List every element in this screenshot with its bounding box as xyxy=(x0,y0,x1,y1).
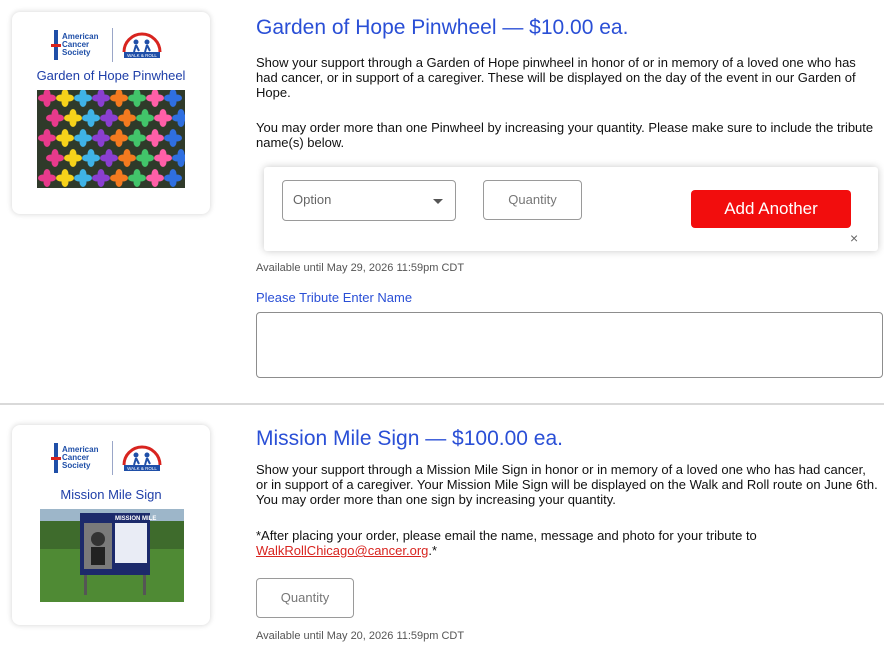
pinwheel-petal xyxy=(56,174,66,182)
pinwheel-petal xyxy=(56,94,66,102)
product-mission-mile: American Cancer Society WALK & ROLL Miss… xyxy=(0,405,884,657)
product-card-mission-mile: American Cancer Society WALK & ROLL Miss… xyxy=(12,425,210,625)
card-title: Garden of Hope Pinwheel xyxy=(36,68,186,83)
pinwheel-petal xyxy=(100,154,110,162)
pinwheel-petal xyxy=(38,174,48,182)
brand-logos: American Cancer Society WALK & ROLL xyxy=(12,439,210,479)
pinwheel-petal xyxy=(46,154,56,162)
walk-roll-logo: WALK & ROLL xyxy=(120,30,164,60)
pinwheel-petal xyxy=(128,174,138,182)
pinwheel-petal xyxy=(92,94,102,102)
acs-line: Society xyxy=(62,461,91,470)
pinwheel-petal xyxy=(64,114,74,122)
pinwheel-petal xyxy=(136,114,146,122)
option-select[interactable]: Option xyxy=(282,180,456,221)
acs-sword-icon xyxy=(51,443,61,473)
product-title: Mission Mile Sign — $100.00 ea. xyxy=(256,427,563,450)
pinwheel-petal xyxy=(164,134,174,142)
pinwheel-petal xyxy=(164,174,174,182)
product-pinwheel: American Cancer Society WALK & ROLL Gard… xyxy=(0,0,884,395)
pinwheel-petal xyxy=(82,154,92,162)
pinwheel-petal xyxy=(100,114,110,122)
card-title: Mission Mile Sign xyxy=(60,487,162,502)
pinwheel-petal xyxy=(154,154,164,162)
pinwheel-petal xyxy=(172,154,182,162)
acs-logo: American Cancer Society xyxy=(51,443,98,473)
pinwheel-petal xyxy=(56,134,66,142)
acs-logo: American Cancer Society xyxy=(51,30,98,60)
pinwheel-petal xyxy=(92,174,102,182)
instructions-suffix: .* xyxy=(428,543,438,558)
pinwheel-petal xyxy=(74,134,84,142)
pinwheel-petal xyxy=(110,174,120,182)
product-card-pinwheel: American Cancer Society WALK & ROLL Gard… xyxy=(12,12,210,214)
pinwheel-petal xyxy=(38,94,48,102)
acs-line: Society xyxy=(62,48,91,57)
pinwheel-petal xyxy=(136,154,146,162)
pinwheel-petal xyxy=(128,94,138,102)
option-panel: Option Quantity Add Another × xyxy=(264,167,878,251)
pinwheel-petal xyxy=(74,174,84,182)
pinwheel-garden-image xyxy=(37,90,185,188)
pinwheel-petal xyxy=(146,94,156,102)
pinwheel-petal xyxy=(164,94,174,102)
pinwheel-petal xyxy=(146,174,156,182)
product-instructions: *After placing your order, please email … xyxy=(256,528,881,558)
availability-text: Available until May 29, 2026 11:59pm CDT xyxy=(256,262,465,274)
availability-text: Available until May 20, 2026 11:59pm CDT xyxy=(256,630,465,642)
pinwheel-petal xyxy=(110,134,120,142)
pinwheel-petal xyxy=(74,94,84,102)
option-select-value: Option xyxy=(293,192,332,207)
pinwheel-petal xyxy=(46,114,56,122)
tribute-name-label: Please Tribute Enter Name xyxy=(256,290,413,305)
pinwheel-petal xyxy=(118,154,128,162)
pinwheel-petal xyxy=(38,134,48,142)
pinwheel-petal xyxy=(64,154,74,162)
product-instructions: You may order more than one Pinwheel by … xyxy=(256,120,874,150)
quantity-input[interactable]: Quantity xyxy=(256,578,354,618)
logo-divider xyxy=(112,441,113,475)
pinwheel-petal xyxy=(154,114,164,122)
pinwheel-petal xyxy=(172,114,182,122)
instructions-text: *After placing your order, please email … xyxy=(256,528,757,543)
close-icon[interactable]: × xyxy=(850,230,858,246)
pinwheel-petal xyxy=(110,94,120,102)
pinwheel-petal xyxy=(146,134,156,142)
email-link[interactable]: WalkRollChicago@cancer.org xyxy=(256,543,428,558)
pinwheel-petal xyxy=(118,114,128,122)
brand-logos: American Cancer Society WALK & ROLL xyxy=(12,26,210,66)
sign-heading: MISSION MILE xyxy=(115,516,156,522)
walk-logo-text: WALK & ROLL xyxy=(127,466,157,471)
quantity-input[interactable]: Quantity xyxy=(483,180,582,220)
pinwheel-petal xyxy=(82,114,92,122)
pinwheel-petal xyxy=(128,134,138,142)
product-description: Show your support through a Mission Mile… xyxy=(256,462,878,507)
add-another-button[interactable]: Add Another xyxy=(691,190,851,228)
walk-roll-logo: WALK & ROLL xyxy=(120,443,164,473)
chevron-down-icon xyxy=(433,199,443,204)
pinwheel-petal xyxy=(92,134,102,142)
product-title: Garden of Hope Pinwheel — $10.00 ea. xyxy=(256,16,629,39)
tribute-name-textarea[interactable] xyxy=(256,312,883,378)
logo-divider xyxy=(112,28,113,62)
mission-mile-sign-image: MISSION MILE xyxy=(40,509,184,602)
walk-logo-text: WALK & ROLL xyxy=(127,53,157,58)
product-description: Show your support through a Garden of Ho… xyxy=(256,55,856,100)
acs-sword-icon xyxy=(51,30,61,60)
